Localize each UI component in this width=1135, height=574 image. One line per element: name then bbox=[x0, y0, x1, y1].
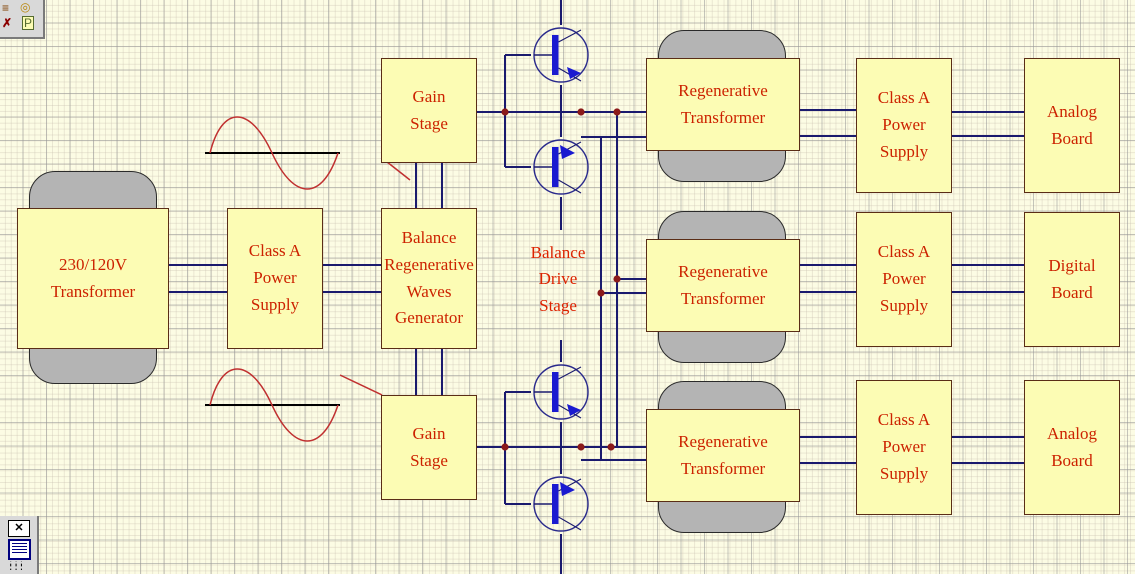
block-class-a-power-supply-left-line: Supply bbox=[250, 294, 300, 314]
block-class-a-power-supply-left[interactable]: Class A Power Supply bbox=[227, 208, 323, 349]
block-class-a-power-supply-left-line: Class A bbox=[248, 241, 302, 261]
floating-tool-palette[interactable]: ≡ ◎ ✗ P bbox=[0, 0, 45, 39]
block-analog-board-bottom-line: Board bbox=[1051, 450, 1093, 470]
block-class-a-power-supply-top-line: Supply bbox=[879, 141, 929, 161]
transistor-pnp-bottom-lower bbox=[533, 476, 589, 532]
close-icon[interactable]: ✕ bbox=[8, 520, 30, 537]
waveform-sine-bottom-leader bbox=[339, 374, 383, 396]
block-class-a-power-supply-middle-line: Power bbox=[882, 269, 926, 289]
block-balance-regenerative-waves-generator-line: Generator bbox=[395, 308, 463, 328]
block-class-a-power-supply-bottom-line: Power bbox=[882, 437, 926, 457]
block-regenerative-transformer-top[interactable]: Regenerative Transformer bbox=[646, 58, 800, 151]
block-class-a-power-supply-left-line: Power bbox=[253, 268, 297, 288]
label-balance-drive-stage-line: Stage bbox=[539, 295, 577, 315]
block-regenerative-transformer-bottom[interactable]: Regenerative Transformer bbox=[646, 409, 800, 502]
block-balance-regenerative-waves-generator-line: Balance bbox=[401, 227, 457, 247]
label-balance-drive-stage-line: Drive bbox=[538, 269, 578, 289]
block-regenerative-transformer-top-line: Transformer bbox=[680, 107, 766, 127]
block-gain-stage-top-line: Gain bbox=[412, 86, 446, 106]
junction-dot bbox=[613, 108, 621, 116]
junction-dot bbox=[613, 275, 621, 283]
junction-dot bbox=[577, 443, 585, 451]
cursor-icon[interactable]: ✗ bbox=[2, 16, 12, 30]
block-regenerative-transformer-bottom-line: Transformer bbox=[680, 458, 766, 478]
block-class-a-power-supply-middle-line: Supply bbox=[879, 295, 929, 315]
junction-dot bbox=[577, 108, 585, 116]
block-analog-board-top[interactable]: Analog Board bbox=[1024, 58, 1120, 193]
transistor-npn-top-upper bbox=[533, 27, 589, 83]
label-balance-drive-stage-line: Balance bbox=[530, 243, 586, 262]
block-regenerative-transformer-middle-line: Regenerative bbox=[678, 261, 768, 281]
block-analog-board-top-line: Board bbox=[1051, 128, 1093, 148]
place-part-icon[interactable]: P bbox=[22, 16, 35, 30]
block-class-a-power-supply-middle-line: Class A bbox=[877, 242, 931, 262]
block-regenerative-transformer-middle[interactable]: Regenerative Transformer bbox=[646, 239, 800, 332]
block-gain-stage-bottom-line: Stage bbox=[410, 450, 448, 470]
block-regenerative-transformer-middle-line: Transformer bbox=[680, 288, 766, 308]
block-gain-stage-bottom[interactable]: Gain Stage bbox=[381, 395, 477, 500]
block-class-a-power-supply-top[interactable]: Class A Power Supply bbox=[856, 58, 952, 193]
lamp-icon[interactable]: ◎ bbox=[20, 0, 30, 14]
junction-dot bbox=[501, 443, 509, 451]
block-class-a-power-supply-top-line: Class A bbox=[877, 88, 931, 108]
block-regenerative-transformer-top-line: Regenerative bbox=[678, 80, 768, 100]
block-regenerative-transformer-bottom-line: Regenerative bbox=[678, 431, 768, 451]
block-class-a-power-supply-bottom[interactable]: Class A Power Supply bbox=[856, 380, 952, 515]
block-analog-board-bottom-line: Analog bbox=[1046, 423, 1098, 443]
block-class-a-power-supply-top-line: Power bbox=[882, 115, 926, 135]
block-balance-regenerative-waves-generator-line: Waves bbox=[406, 281, 452, 301]
junction-dot bbox=[501, 108, 509, 116]
block-balance-regenerative-waves-generator-line: Regenerative bbox=[384, 254, 474, 274]
block-balance-regenerative-waves-generator[interactable]: Balance Regenerative Waves Generator bbox=[381, 208, 477, 349]
block-mains-transformer-line: Transformer bbox=[50, 281, 136, 301]
label-balance-drive-stage[interactable]: Balance Drive Stage bbox=[512, 240, 604, 319]
block-gain-stage-top[interactable]: Gain Stage bbox=[381, 58, 477, 163]
block-analog-board-top-line: Analog bbox=[1046, 101, 1098, 121]
block-class-a-power-supply-middle[interactable]: Class A Power Supply bbox=[856, 212, 952, 347]
junction-dot bbox=[607, 443, 615, 451]
block-class-a-power-supply-bottom-line: Class A bbox=[877, 410, 931, 430]
block-gain-stage-top-line: Stage bbox=[410, 113, 448, 133]
grid-table-icon[interactable] bbox=[8, 539, 31, 560]
wire-icon[interactable]: ≡ bbox=[2, 1, 9, 15]
block-class-a-power-supply-bottom-line: Supply bbox=[879, 463, 929, 483]
block-digital-board-line: Board bbox=[1051, 282, 1093, 302]
block-digital-board-line: Digital bbox=[1048, 255, 1096, 275]
block-mains-transformer[interactable]: 230/120V Transformer bbox=[17, 208, 169, 349]
transistor-pnp-top-lower bbox=[533, 139, 589, 195]
block-analog-board-bottom[interactable]: Analog Board bbox=[1024, 380, 1120, 515]
block-mains-transformer-line: 230/120V bbox=[59, 254, 127, 274]
transistor-npn-bottom-upper bbox=[533, 364, 589, 420]
dots-icon[interactable]: :::::: bbox=[8, 561, 28, 572]
block-digital-board[interactable]: Digital Board bbox=[1024, 212, 1120, 347]
floating-panel[interactable]: ✕ :::::: bbox=[0, 516, 39, 574]
block-gain-stage-bottom-line: Gain bbox=[412, 423, 446, 443]
